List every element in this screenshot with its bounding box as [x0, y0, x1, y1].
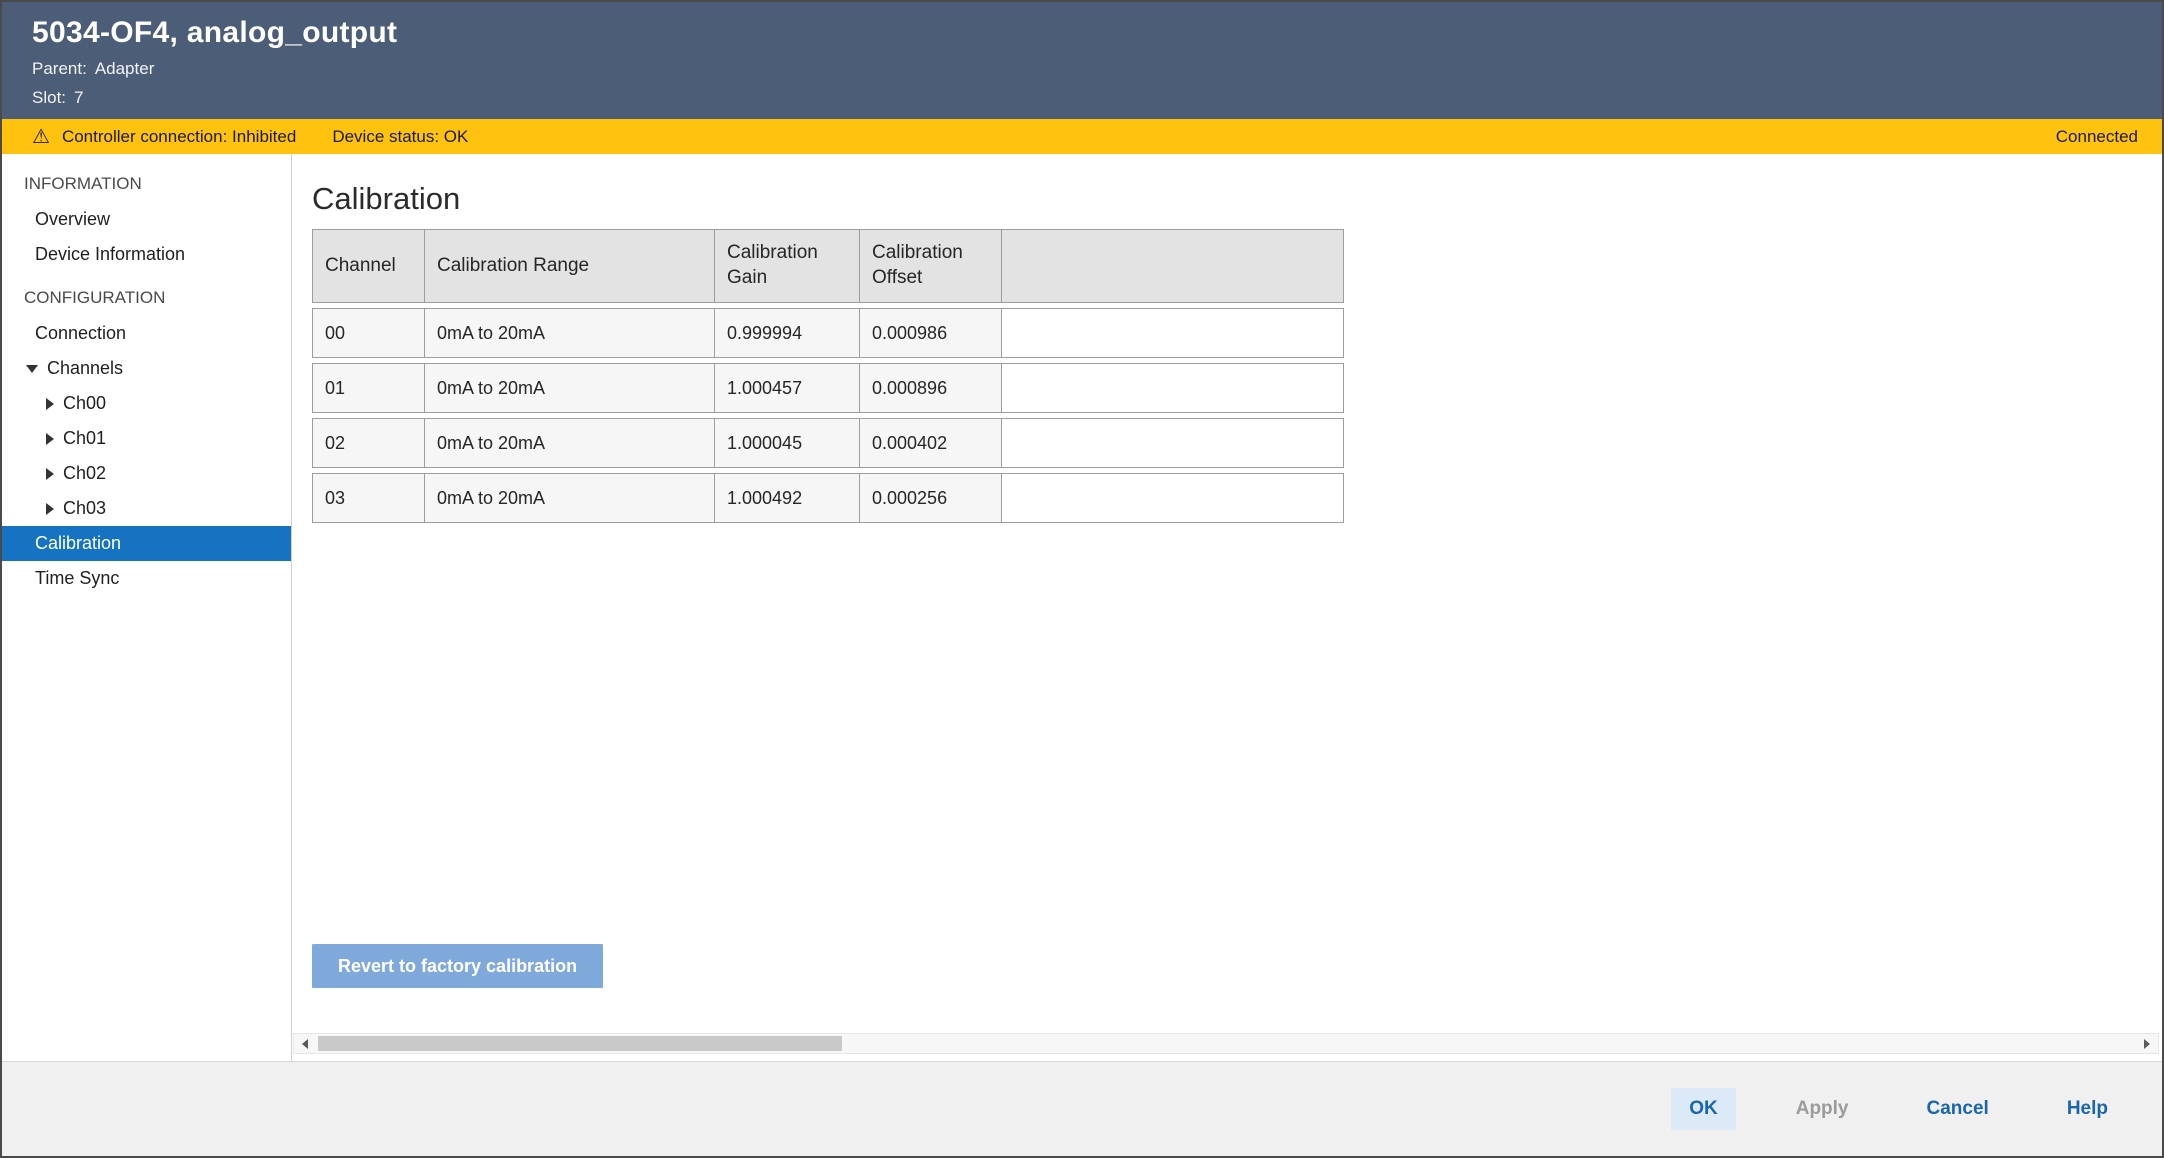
scrollbar-track[interactable] [316, 1034, 2136, 1053]
cell-offset: 0.000402 [860, 418, 1002, 468]
controller-connection-status: Controller connection: Inhibited [62, 127, 296, 147]
ok-button[interactable]: OK [1671, 1088, 1736, 1130]
cell-channel: 00 [312, 308, 425, 358]
sidebar-item-overview[interactable]: Overview [2, 202, 291, 237]
column-header-calibration-range: Calibration Range [425, 229, 715, 303]
cancel-button[interactable]: Cancel [1909, 1088, 2007, 1130]
module-header: 5034-OF4, analog_output Parent: Adapter S… [2, 2, 2162, 119]
sidebar-item-calibration[interactable]: Calibration [2, 526, 291, 561]
sidebar-item-label: Ch02 [63, 463, 106, 484]
table-header-row: Channel Calibration Range Calibration Ga… [312, 229, 1344, 303]
scroll-right-arrow[interactable] [2136, 1034, 2158, 1053]
cell-offset: 0.000986 [860, 308, 1002, 358]
sidebar-item-device-information[interactable]: Device Information [2, 237, 291, 272]
cell-range: 0mA to 20mA [425, 473, 715, 523]
sidebar-item-ch00[interactable]: Ch00 [2, 386, 291, 421]
parent-info: Parent: Adapter [32, 59, 2162, 79]
expander-right-icon[interactable] [46, 503, 54, 515]
cell-empty [1002, 473, 1344, 523]
cell-range: 0mA to 20mA [425, 363, 715, 413]
sidebar-item-connection[interactable]: Connection [2, 316, 291, 351]
page-heading: Calibration [312, 181, 2162, 217]
cell-empty [1002, 363, 1344, 413]
cell-gain: 1.000045 [715, 418, 860, 468]
warning-triangle-icon: ⚠ [32, 127, 50, 147]
table-row: 02 0mA to 20mA 1.000045 0.000402 [312, 418, 1344, 468]
sidebar: INFORMATION Overview Device Information … [2, 154, 292, 1061]
expander-down-icon[interactable] [26, 365, 38, 373]
slot-value: 7 [74, 88, 83, 107]
cell-channel: 02 [312, 418, 425, 468]
slot-info: Slot: 7 [32, 88, 2162, 108]
body-area: INFORMATION Overview Device Information … [2, 154, 2162, 1061]
column-header-empty [1002, 229, 1344, 303]
scroll-left-arrow[interactable] [294, 1034, 316, 1053]
cell-offset: 0.000896 [860, 363, 1002, 413]
sidebar-item-ch03[interactable]: Ch03 [2, 491, 291, 526]
horizontal-scrollbar[interactable] [293, 1033, 2159, 1054]
revert-to-factory-calibration-button[interactable]: Revert to factory calibration [312, 944, 603, 988]
content-pane: Calibration Channel Calibration Range Ca… [292, 154, 2162, 1061]
cell-channel: 01 [312, 363, 425, 413]
cell-gain: 1.000457 [715, 363, 860, 413]
page-title: 5034-OF4, analog_output [32, 16, 2162, 50]
parent-label: Parent: [32, 59, 87, 78]
table-row: 00 0mA to 20mA 0.999994 0.000986 [312, 308, 1344, 358]
scrollbar-thumb[interactable] [318, 1036, 842, 1051]
dialog-footer: OK Apply Cancel Help [2, 1061, 2162, 1156]
cell-offset: 0.000256 [860, 473, 1002, 523]
column-header-calibration-offset: Calibration Offset [860, 229, 1002, 303]
sidebar-item-channels[interactable]: Channels [2, 351, 291, 386]
sidebar-item-ch02[interactable]: Ch02 [2, 456, 291, 491]
calibration-table: Channel Calibration Range Calibration Ga… [312, 224, 1344, 528]
slot-label: Slot: [32, 88, 66, 107]
cell-range: 0mA to 20mA [425, 308, 715, 358]
table-row: 01 0mA to 20mA 1.000457 0.000896 [312, 363, 1344, 413]
sidebar-item-label: Ch01 [63, 428, 106, 449]
sidebar-item-label: Channels [47, 358, 123, 379]
expander-right-icon[interactable] [46, 433, 54, 445]
apply-button[interactable]: Apply [1778, 1088, 1867, 1130]
cell-gain: 0.999994 [715, 308, 860, 358]
sidebar-item-label: Ch03 [63, 498, 106, 519]
table-row: 03 0mA to 20mA 1.000492 0.000256 [312, 473, 1344, 523]
cell-empty [1002, 308, 1344, 358]
sidebar-item-ch01[interactable]: Ch01 [2, 421, 291, 456]
module-properties-window: 5034-OF4, analog_output Parent: Adapter S… [0, 0, 2164, 1158]
section-header-configuration: CONFIGURATION [2, 280, 291, 316]
device-status: Device status: OK [332, 127, 468, 147]
cell-empty [1002, 418, 1344, 468]
cell-channel: 03 [312, 473, 425, 523]
connection-state-badge: Connected [2056, 127, 2138, 147]
section-header-information: INFORMATION [2, 166, 291, 202]
help-button[interactable]: Help [2049, 1088, 2126, 1130]
column-header-channel: Channel [312, 229, 425, 303]
sidebar-item-label: Ch00 [63, 393, 106, 414]
status-bar: ⚠ Controller connection: Inhibited Devic… [2, 119, 2162, 154]
expander-right-icon[interactable] [46, 398, 54, 410]
expander-right-icon[interactable] [46, 468, 54, 480]
sidebar-item-time-sync[interactable]: Time Sync [2, 561, 291, 596]
cell-range: 0mA to 20mA [425, 418, 715, 468]
column-header-calibration-gain: Calibration Gain [715, 229, 860, 303]
parent-value: Adapter [95, 59, 155, 78]
cell-gain: 1.000492 [715, 473, 860, 523]
